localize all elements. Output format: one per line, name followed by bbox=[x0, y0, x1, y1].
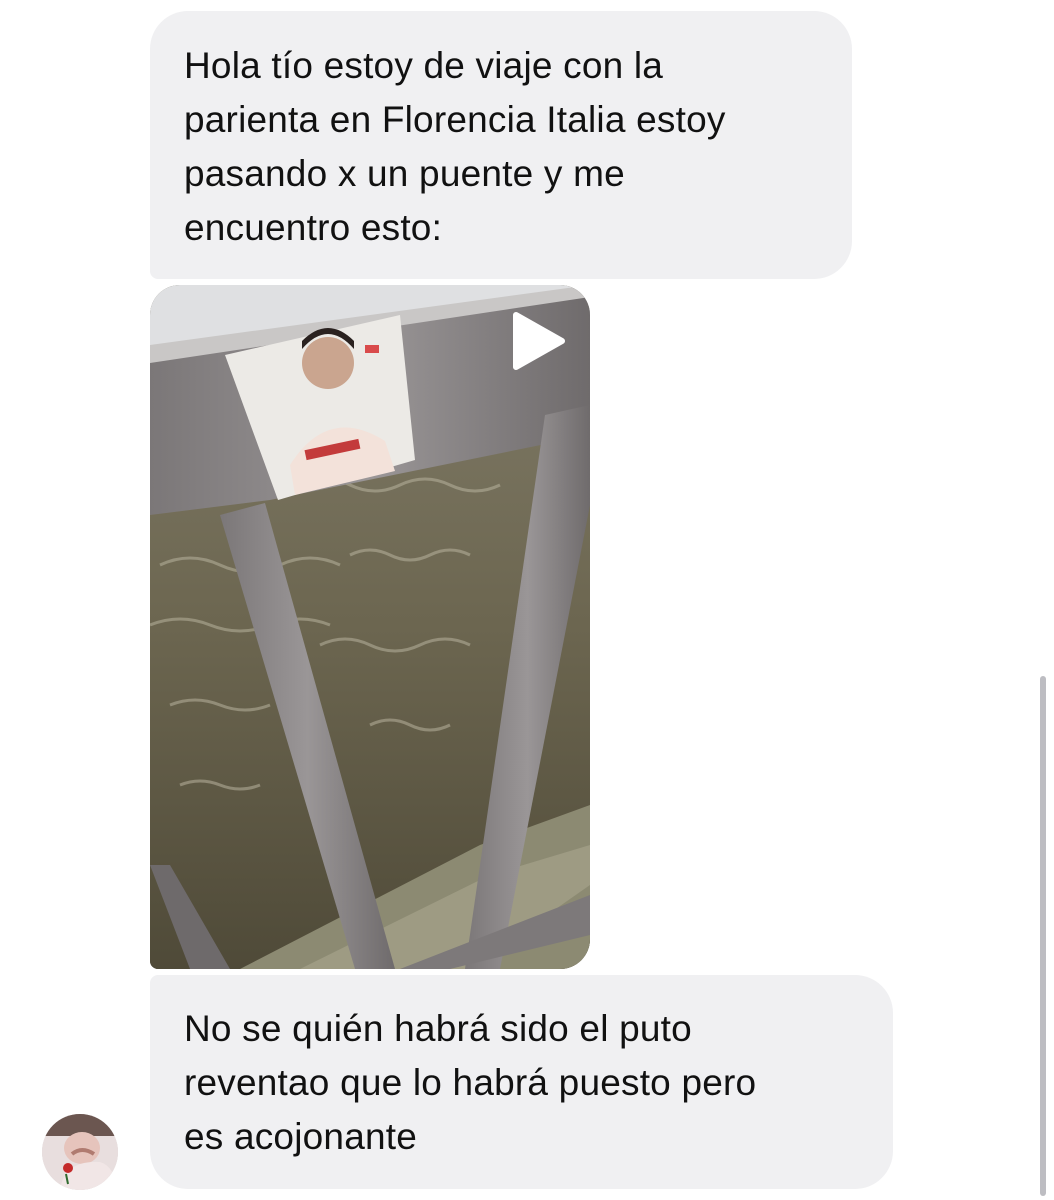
message-text: Hola tío estoy de viaje con la parienta … bbox=[184, 45, 726, 248]
avatar-icon bbox=[42, 1114, 118, 1190]
chat-thread: Hola tío estoy de viaje con la parienta … bbox=[0, 0, 1054, 1200]
play-icon[interactable] bbox=[508, 311, 566, 371]
message-bubble[interactable]: No se quién habrá sido el puto reventao … bbox=[150, 975, 893, 1189]
sender-avatar[interactable] bbox=[42, 1114, 118, 1190]
message-text: No se quién habrá sido el puto reventao … bbox=[184, 1008, 757, 1157]
message-bubble[interactable]: Hola tío estoy de viaje con la parienta … bbox=[150, 11, 852, 279]
video-message[interactable] bbox=[150, 285, 590, 969]
scrollbar[interactable] bbox=[1040, 676, 1046, 1196]
video-thumbnail bbox=[150, 285, 590, 969]
